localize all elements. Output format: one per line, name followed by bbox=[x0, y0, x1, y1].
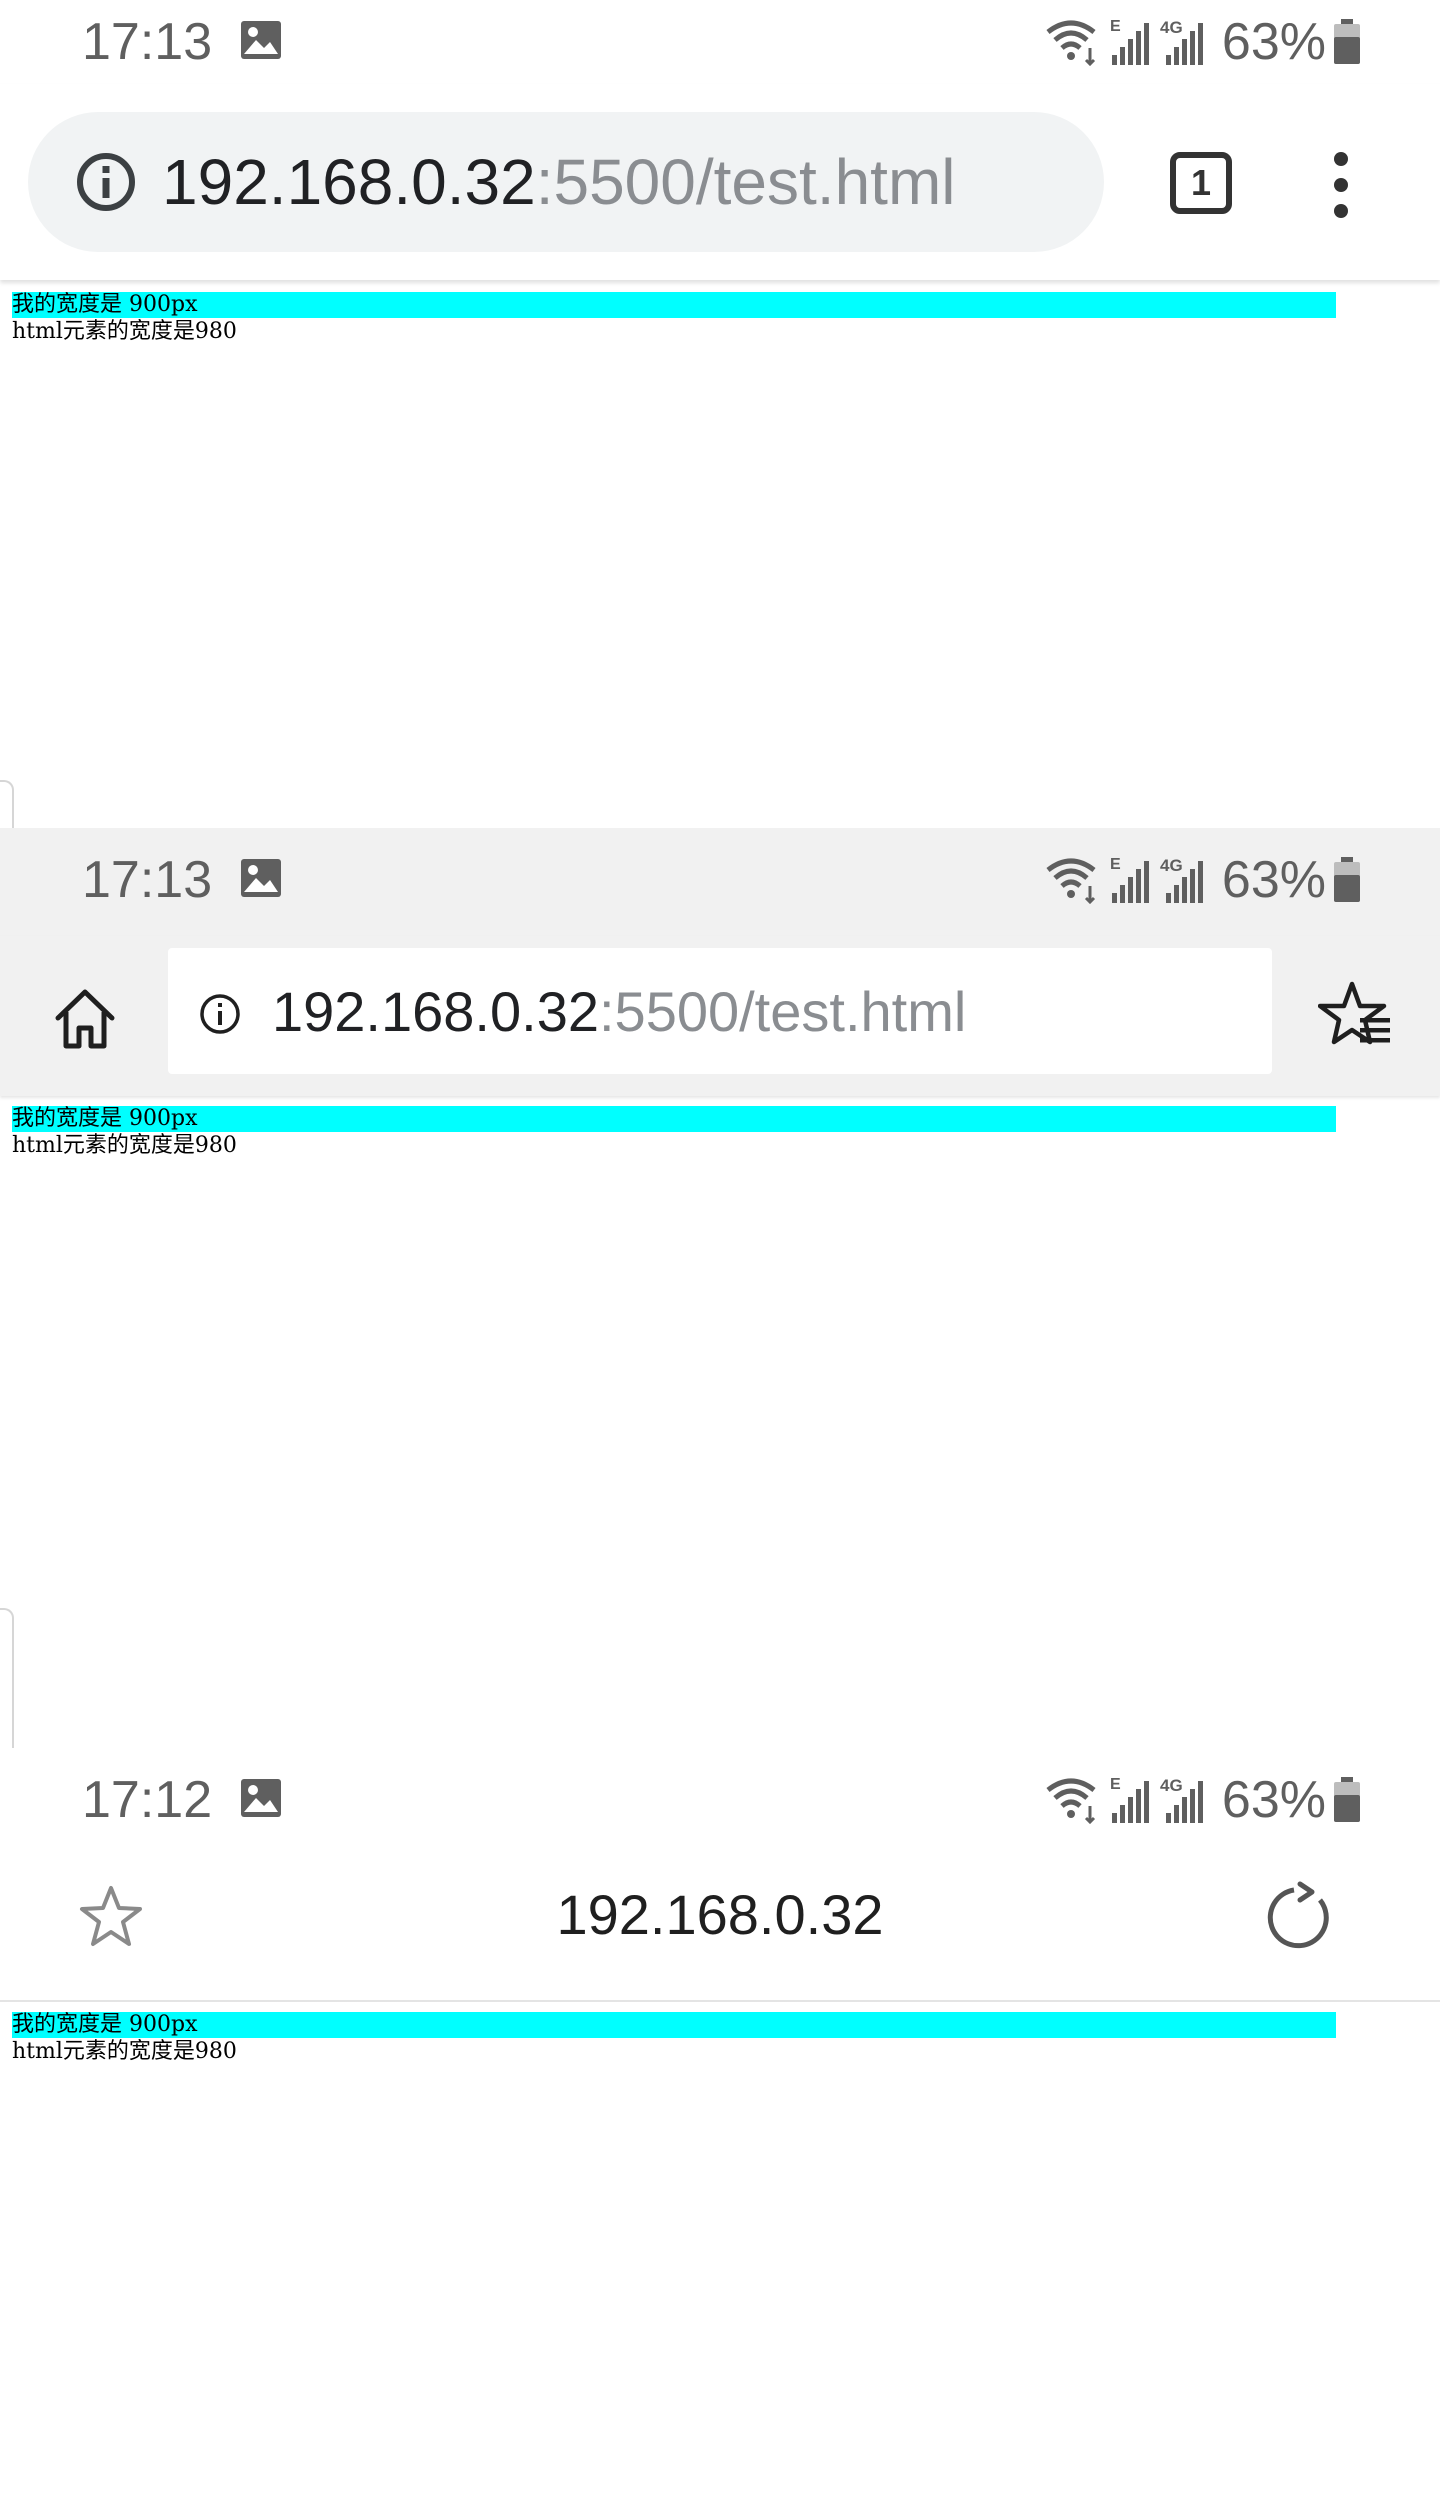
status-time: 17:13 bbox=[82, 851, 213, 909]
status-time: 17:13 bbox=[82, 13, 213, 71]
network-label: 4G bbox=[1160, 1776, 1183, 1795]
url-host: 192.168.0.32 bbox=[272, 980, 599, 1043]
status-bar: 17:13 E 4G 63% bbox=[0, 0, 1440, 84]
status-bar: 17:13 E 4G 63% bbox=[0, 828, 1440, 936]
wifi-icon bbox=[1046, 20, 1096, 66]
signal-4g-icon: 4G bbox=[1160, 856, 1203, 903]
signal-icon: E bbox=[1110, 856, 1149, 903]
screen-samsung: 17:13 E 4G 63% 192.168.0.32:5500/test.ht… bbox=[0, 828, 1440, 1750]
screen-firefox: 17:12 E 4G 63% 192.168.0.32 我的宽度是 900px … bbox=[0, 1748, 1440, 2500]
address-url[interactable]: 192.168.0.32:5500/test.html bbox=[272, 978, 966, 1046]
page-content: 我的宽度是 900px html元素的宽度是980 bbox=[12, 2012, 1342, 2066]
wifi-icon bbox=[1046, 858, 1096, 904]
reload-icon[interactable] bbox=[1264, 1880, 1336, 1952]
bookmarks-icon[interactable] bbox=[1318, 978, 1394, 1054]
gallery-icon bbox=[241, 1779, 281, 1817]
network-label: 4G bbox=[1160, 856, 1183, 875]
svg-text:E: E bbox=[1110, 1776, 1121, 1793]
frame-edge bbox=[0, 780, 14, 830]
battery-icon bbox=[1334, 1777, 1360, 1822]
battery-percent: 63% bbox=[1221, 1771, 1326, 1829]
info-icon[interactable] bbox=[74, 150, 138, 214]
page-title[interactable]: 192.168.0.32 bbox=[0, 1880, 1440, 1950]
frame-edge bbox=[0, 1608, 14, 1750]
browser-toolbar: 192.168.0.32 bbox=[0, 1832, 1440, 2002]
status-time: 17:12 bbox=[82, 1771, 213, 1829]
status-bar: 17:12 E 4G 63% bbox=[0, 1748, 1440, 1832]
signal-4g-icon: 4G bbox=[1160, 18, 1203, 65]
html-width-note: html元素的宽度是980 bbox=[12, 1133, 237, 1158]
battery-icon bbox=[1334, 857, 1360, 902]
address-bar[interactable]: 192.168.0.32:5500/test.html bbox=[168, 948, 1272, 1074]
network-label: 4G bbox=[1160, 18, 1183, 37]
status-icons: E 4G 63% bbox=[1044, 12, 1362, 72]
width-box: 我的宽度是 900px bbox=[12, 2012, 1336, 2038]
status-icons: E 4G 63% bbox=[1044, 850, 1362, 910]
overflow-menu-icon[interactable] bbox=[1326, 152, 1356, 222]
wifi-icon bbox=[1046, 1778, 1096, 1824]
gallery-icon bbox=[241, 859, 281, 897]
page-content: 我的宽度是 900px html元素的宽度是980 bbox=[12, 1106, 1342, 1160]
signal-icon: E bbox=[1110, 18, 1149, 65]
browser-toolbar: 192.168.0.32:5500/test.html 1 bbox=[0, 84, 1440, 280]
svg-text:E: E bbox=[1110, 18, 1121, 35]
address-bar[interactable]: 192.168.0.32:5500/test.html bbox=[28, 112, 1104, 252]
battery-percent: 63% bbox=[1221, 13, 1326, 71]
screen-chrome: 17:13 E 4G 63% 192.168.0.32:5500/test.ht… bbox=[0, 0, 1440, 830]
html-width-note: html元素的宽度是980 bbox=[12, 319, 237, 344]
tab-switcher-icon[interactable]: 1 bbox=[1170, 152, 1232, 214]
signal-4g-icon: 4G bbox=[1160, 1776, 1203, 1823]
address-url[interactable]: 192.168.0.32:5500/test.html bbox=[162, 144, 955, 220]
info-icon[interactable] bbox=[198, 992, 242, 1036]
width-box: 我的宽度是 900px bbox=[12, 292, 1336, 318]
battery-percent: 63% bbox=[1221, 851, 1326, 909]
home-icon[interactable] bbox=[50, 984, 120, 1054]
width-box: 我的宽度是 900px bbox=[12, 1106, 1336, 1132]
status-icons: E 4G 63% bbox=[1044, 1770, 1362, 1830]
gallery-icon bbox=[241, 21, 281, 59]
url-path: :5500/test.html bbox=[535, 146, 956, 218]
url-host: 192.168.0.32 bbox=[162, 146, 536, 218]
svg-text:E: E bbox=[1110, 856, 1121, 873]
battery-icon bbox=[1334, 19, 1360, 64]
signal-icon: E bbox=[1110, 1776, 1149, 1823]
page-content: 我的宽度是 900px html元素的宽度是980 bbox=[12, 292, 1342, 346]
html-width-note: html元素的宽度是980 bbox=[12, 2039, 237, 2064]
url-path: :5500/test.html bbox=[598, 980, 967, 1043]
browser-toolbar: 192.168.0.32:5500/test.html bbox=[0, 936, 1440, 1096]
